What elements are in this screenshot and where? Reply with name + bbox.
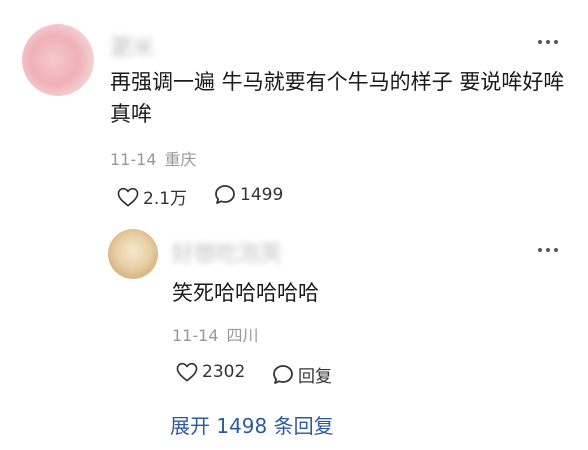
reply-meta: 11-14 四川 (172, 322, 259, 346)
reply-label: 回复 (298, 367, 332, 387)
comment-location: 重庆 (164, 150, 197, 169)
more-options-button[interactable] (537, 38, 559, 46)
reply-date: 11-14 (172, 326, 219, 345)
reply-avatar[interactable] (108, 229, 158, 279)
heart-icon (176, 362, 198, 382)
reply-location: 四川 (226, 326, 259, 345)
avatar[interactable] (22, 24, 94, 96)
expand-replies-link[interactable]: 展开 1498 条回复 (170, 410, 334, 439)
reply-username[interactable]: 好想吃泡芙 (172, 236, 282, 268)
heart-icon (117, 187, 139, 206)
reply-button[interactable]: 回复 (272, 362, 332, 387)
more-icon (538, 248, 558, 252)
reply-more-options-button[interactable] (537, 246, 559, 254)
comment-icon (273, 365, 293, 384)
comment-thread: 淝米 再强调一遍 牛马就要有个牛马的样子 要说哞好哞 真哞 11-14 重庆 2.… (0, 0, 588, 450)
like-count: 2.1万 (143, 189, 188, 209)
comment-icon (215, 185, 235, 204)
comment-date: 11-14 (110, 150, 157, 169)
comment-button[interactable]: 1499 (214, 184, 283, 205)
reply-text: 笑死哈哈哈哈哈 (172, 281, 319, 305)
comment-username[interactable]: 淝米 (110, 30, 154, 62)
reply-like-button[interactable]: 2302 (176, 362, 245, 382)
comment-meta: 11-14 重庆 (110, 146, 197, 170)
more-icon (538, 40, 558, 44)
like-button[interactable]: 2.1万 (117, 184, 187, 209)
reply-like-count: 2302 (202, 362, 246, 382)
comment-text: 再强调一遍 牛马就要有个牛马的样子 要说哞好哞 真哞 (110, 70, 565, 126)
comment-count: 1499 (240, 184, 284, 205)
